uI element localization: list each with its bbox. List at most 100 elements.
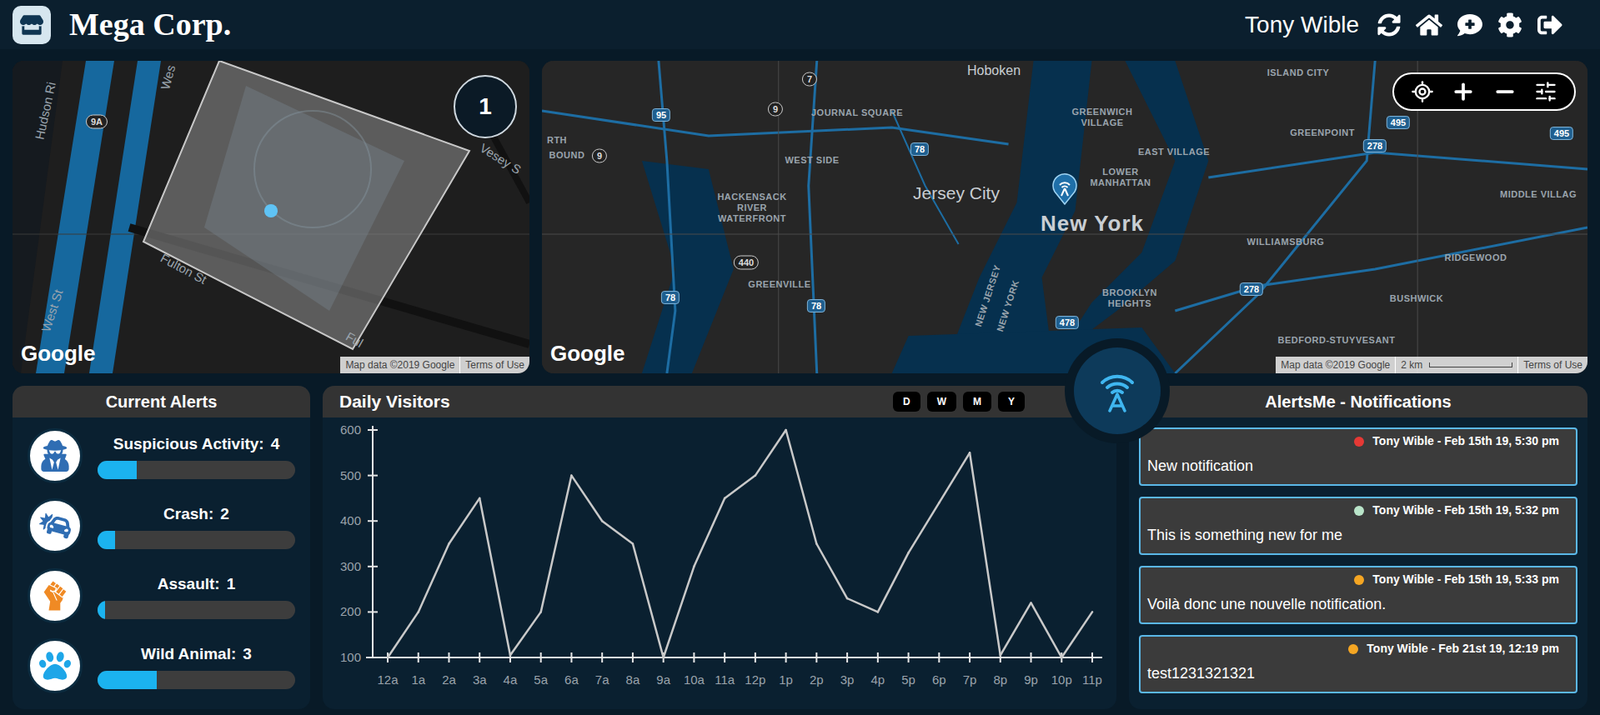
series-segment bbox=[755, 430, 787, 477]
series-segment bbox=[479, 498, 511, 656]
alert-label: Wild Animal:3 bbox=[97, 642, 296, 668]
alert-count: 2 bbox=[220, 502, 230, 527]
range-button[interactable]: Y bbox=[998, 391, 1025, 412]
notification-meta: Tony Wible - Feb 15th 19, 5:30 pm bbox=[1372, 432, 1560, 451]
map-label: EAST VILLAGE bbox=[1138, 146, 1210, 158]
x-tick: 7p bbox=[963, 672, 978, 688]
map-label: JOURNAL SQUARE bbox=[811, 107, 903, 119]
area-map[interactable]: Hudson Ri9AWesVesey SFulton StWest StFul… bbox=[12, 60, 530, 374]
alert-type-icon bbox=[39, 510, 71, 542]
series-segment bbox=[724, 476, 756, 499]
zone-count-badge: 1 bbox=[453, 75, 517, 139]
map-label: BROOKLYN HEIGHTS bbox=[1092, 287, 1168, 310]
notification-meta: Tony Wible - Feb 15th 19, 5:32 pm bbox=[1372, 501, 1560, 520]
beacon-pin-icon[interactable] bbox=[1050, 173, 1079, 206]
map-label: Jersey City bbox=[912, 180, 1000, 207]
series-segment bbox=[969, 452, 1001, 656]
alert-row[interactable]: Wild Animal:3 bbox=[27, 631, 296, 702]
x-tick: 11a bbox=[714, 672, 736, 688]
y-tick: 100 bbox=[340, 650, 362, 665]
x-tick: 12p bbox=[744, 672, 766, 688]
terms-link[interactable]: Terms of Use bbox=[459, 356, 530, 374]
alert-row[interactable]: Crash:2 bbox=[27, 491, 296, 562]
alert-bar bbox=[97, 531, 296, 550]
alert-icon-circle bbox=[27, 498, 83, 554]
x-tick: 9a bbox=[656, 672, 671, 688]
alert-type-icon bbox=[39, 440, 71, 472]
beacon-button[interactable] bbox=[1064, 338, 1170, 444]
series-segment bbox=[448, 498, 480, 545]
refresh-icon[interactable] bbox=[1377, 13, 1401, 37]
notification-text: New notification bbox=[1147, 455, 1570, 478]
map-label: BEDFORD-STUYVESANT bbox=[1277, 335, 1395, 347]
series-segment bbox=[418, 544, 450, 613]
notification-card[interactable]: Tony Wible - Feb 21st 19, 12:19 pmtest12… bbox=[1138, 635, 1578, 694]
map-label: 440 bbox=[733, 255, 759, 271]
city-map[interactable]: Hoboken7959JOURNAL SQUARERTHBOUND9WEST S… bbox=[541, 60, 1588, 374]
series-segment bbox=[632, 544, 664, 659]
series-segment bbox=[1000, 602, 1032, 656]
filter-icon[interactable] bbox=[1534, 80, 1558, 104]
range-button[interactable]: M bbox=[963, 391, 992, 412]
notifications-panel: AlertsMe - NotificationsTony Wible - Feb… bbox=[1128, 386, 1588, 710]
alert-label: Assault:1 bbox=[97, 572, 296, 597]
map-label: GREENPOINT bbox=[1289, 127, 1355, 139]
series-segment bbox=[938, 452, 970, 503]
map-attribution: Map data ©2019 GoogleTerms of Use bbox=[340, 356, 530, 374]
logo-box[interactable] bbox=[12, 5, 51, 45]
y-tick: 200 bbox=[340, 604, 362, 619]
map-label: New York bbox=[1040, 207, 1144, 241]
map-scale: 2 km bbox=[1394, 356, 1518, 374]
zoom-in-icon[interactable] bbox=[1450, 79, 1476, 105]
series-segment bbox=[786, 430, 818, 545]
map-row: Hudson Ri9AWesVesey SFulton StWest StFul… bbox=[0, 60, 1600, 374]
panel-row: Current AlertsSuspicious Activity:4Crash… bbox=[0, 386, 1600, 710]
x-tick: 8a bbox=[626, 672, 641, 688]
alert-bar-fill bbox=[97, 461, 137, 480]
add-comment-icon[interactable] bbox=[1457, 12, 1483, 38]
alert-row[interactable]: Assault:1 bbox=[27, 561, 296, 632]
map-label: 495 bbox=[1549, 126, 1574, 141]
range-button[interactable]: W bbox=[927, 391, 957, 412]
x-tick: 2p bbox=[809, 672, 824, 688]
x-tick: 5a bbox=[533, 672, 548, 688]
map-label: ISLAND CITY bbox=[1267, 67, 1330, 79]
notification-text: Voilà donc une nouvelle notification. bbox=[1147, 593, 1570, 617]
map-label: 278 bbox=[1239, 282, 1264, 296]
terms-link[interactable]: Terms of Use bbox=[1517, 356, 1588, 374]
map-label: 78 bbox=[661, 290, 680, 305]
map-label: WEST SIDE bbox=[784, 155, 839, 166]
range-button[interactable]: D bbox=[892, 391, 921, 412]
map-label: WILLIAMSBURG bbox=[1247, 236, 1325, 248]
x-tick: 1p bbox=[778, 672, 793, 688]
alert-icon-circle bbox=[27, 568, 83, 624]
notification-card[interactable]: Tony Wible - Feb 15th 19, 5:30 pm New not… bbox=[1138, 427, 1578, 487]
gear-icon[interactable] bbox=[1497, 12, 1523, 38]
x-tick: 5p bbox=[901, 672, 916, 688]
x-tick: 6p bbox=[932, 672, 947, 688]
home-icon[interactable] bbox=[1415, 11, 1443, 39]
series-segment bbox=[908, 502, 940, 553]
y-tick: 400 bbox=[340, 513, 362, 528]
map-data-text: Map data ©2019 Google bbox=[1275, 356, 1395, 374]
notification-card[interactable]: Tony Wible - Feb 15th 19, 5:33 pmVoilà d… bbox=[1138, 566, 1578, 625]
panel-title: Daily Visitors bbox=[339, 388, 451, 416]
map-label: 78 bbox=[807, 299, 826, 313]
daily-visitors-panel: Daily VisitorsDWMY60050040030020010012a1… bbox=[322, 386, 1117, 710]
alert-row[interactable]: Suspicious Activity:4 bbox=[27, 421, 296, 492]
x-tick: 10a bbox=[683, 672, 706, 688]
zoom-out-icon[interactable] bbox=[1492, 79, 1518, 105]
x-tick: 1a bbox=[411, 672, 426, 688]
alert-bar bbox=[97, 601, 296, 620]
google-logo: Google bbox=[20, 337, 96, 371]
notification-card[interactable]: Tony Wible - Feb 15th 19, 5:32 pmThis is… bbox=[1138, 496, 1578, 556]
logout-icon[interactable] bbox=[1537, 12, 1563, 38]
dashboard: Mega Corp.Tony WibleHudson Ri9AWesVesey … bbox=[0, 0, 1600, 715]
x-tick: 8p bbox=[993, 672, 1008, 688]
map-label: BOUND bbox=[549, 150, 586, 161]
alert-type-icon bbox=[39, 580, 71, 612]
locate-icon[interactable] bbox=[1410, 80, 1435, 104]
x-tick: 4p bbox=[870, 672, 885, 688]
map-label: MIDDLE VILLAG bbox=[1499, 189, 1577, 201]
alert-bar-fill bbox=[97, 671, 157, 690]
